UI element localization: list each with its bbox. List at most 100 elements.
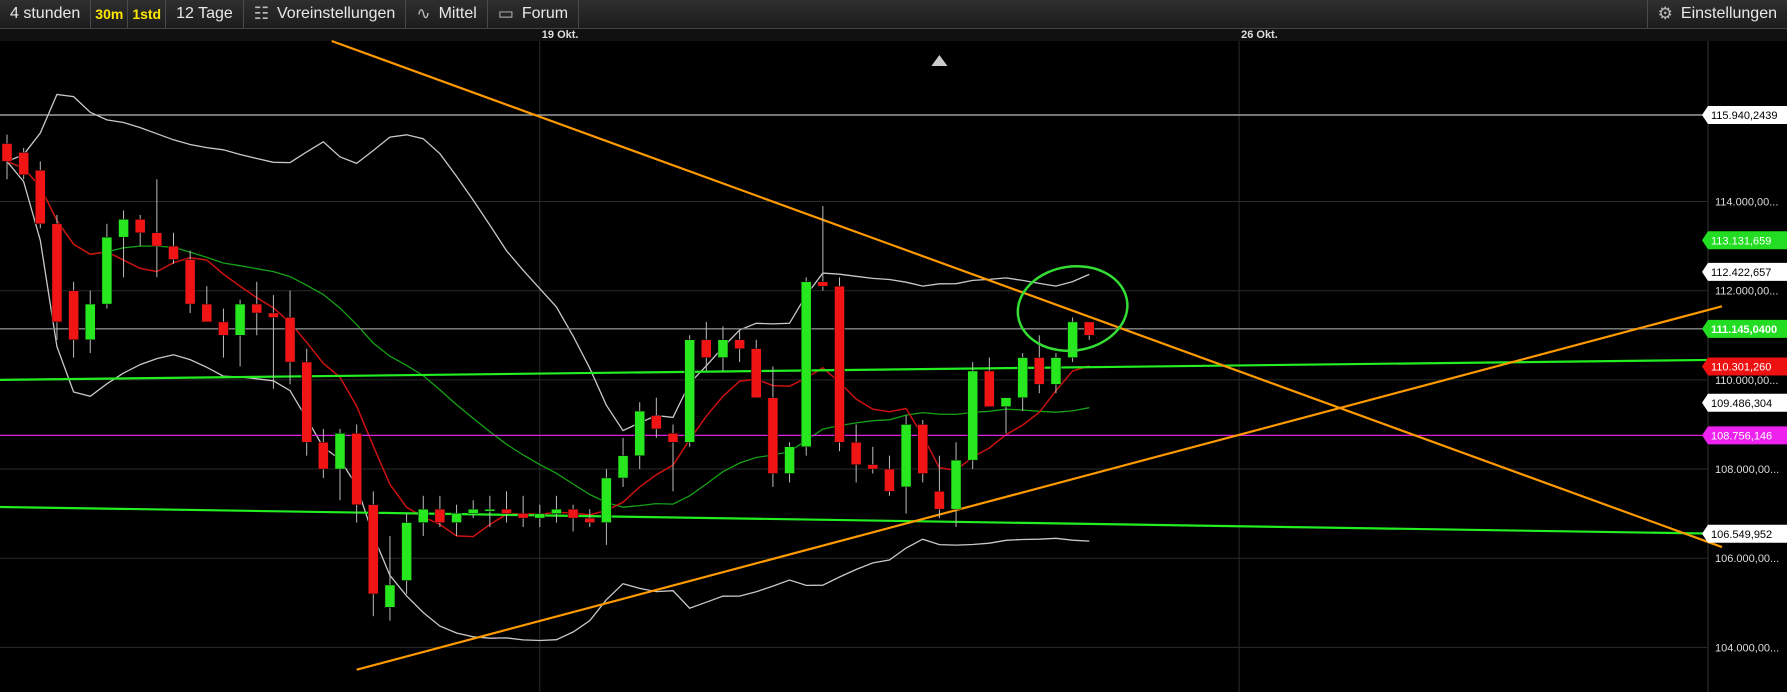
candle-body [85,303,96,340]
candle-body [18,152,29,176]
candle [684,335,695,447]
candle [268,295,279,389]
candle-body [134,219,146,233]
candle-body [484,508,496,512]
candle-body [717,339,729,358]
candle [934,455,945,519]
candle-body [368,504,379,595]
candle-body [751,348,762,398]
price-tag-label: 112.422,657 [1711,267,1771,279]
candle-body [984,370,995,407]
candle [68,281,79,358]
candle-body [884,468,895,492]
price-tag-label: 115.940,2439 [1711,110,1777,122]
timeframe-label: 4 stunden [10,5,81,22]
price-chart[interactable]: 19 Okt. 26 Okt. 114.000,00... 112.000,00...… [0,29,1787,692]
candle [51,214,63,340]
candle-body [651,415,662,430]
candle-body [1000,397,1012,407]
date-header [0,29,1787,41]
candle [401,513,412,594]
candle [917,420,928,483]
candle-body [51,223,63,323]
interval-30m-button[interactable]: 30m [91,0,129,28]
candle [18,148,29,180]
candle [1000,397,1012,434]
candle-body [584,517,595,523]
candle-body [201,303,213,323]
candle [168,232,179,264]
candle-body [334,433,346,470]
candle-body [601,477,612,523]
price-tag-label: 106.549,952 [1711,529,1772,541]
forum-button[interactable]: ▭ Forum [488,0,580,28]
candle-body [850,442,862,465]
trend-line [0,505,1722,535]
candle-body [218,321,229,336]
candle-body [251,303,262,314]
candle [134,214,146,247]
trend-line [0,358,1722,381]
candle-body [950,459,962,510]
presets-button[interactable]: ☷ Voreinstellungen [244,0,407,28]
candle [384,535,396,621]
candle [584,509,595,528]
forum-label: Forum [521,5,569,22]
candle-body [384,584,396,608]
event-marker-icon [931,55,948,66]
candle [351,424,362,523]
price-tag: 110.301,260 [1702,357,1787,376]
interval-1std-button[interactable]: 1std [128,0,167,28]
wave-icon: ∿ [416,4,431,23]
candle-body [917,424,928,474]
price-tag-label: 108.756,146 [1711,430,1772,442]
mean-button[interactable]: ∿ Mittel [406,0,488,28]
candle [118,210,129,278]
candle [501,491,512,523]
date-label: 26 Okt. [1241,29,1278,41]
bollinger-lower-line [6,160,1090,642]
candle-body [767,397,779,474]
gear-icon: ⚙ [1657,4,1673,23]
candle-body [318,442,329,470]
settings-button[interactable]: ⚙ Einstellungen [1646,0,1787,28]
candle [634,402,645,470]
mean-label: Mittel [438,5,477,22]
candle [1,134,13,180]
candle-body [784,446,795,474]
candle [567,504,579,532]
candle-body [351,433,362,505]
candle-body [401,522,412,581]
price-tag: 112.422,657 [1702,262,1787,281]
candle [334,428,346,501]
price-tag-label: 109.486,304 [1711,398,1772,410]
candle [534,504,546,528]
candle [950,442,962,528]
candle [201,286,213,323]
candle-body [35,170,46,225]
y-tick-label: 108.000,00... [1715,464,1779,476]
candle-body [667,433,679,443]
candle [434,495,446,528]
y-tick-label: 106.000,00... [1715,553,1779,565]
candle-body [284,317,296,363]
candle-body [1084,321,1095,336]
candle [617,437,629,487]
y-tick-label: 104.000,00... [1715,642,1779,654]
candle [800,277,812,456]
price-tag: 106.549,952 [1702,524,1787,543]
settings-label: Einstellungen [1680,5,1777,22]
candle-body [451,513,462,523]
chart-toolbar: 4 stunden 30m 1std 12 Tage ☷ Voreinstell… [0,0,1787,29]
candle [1084,321,1095,340]
candle-body [434,508,446,523]
candle [251,281,262,336]
timeframe-selector[interactable]: 4 stunden [0,0,92,28]
price-tag-label: 113.131,659 [1711,235,1771,247]
candle-body [817,281,829,287]
candle-body [184,259,196,305]
candle-body [567,508,579,519]
candle [318,428,329,478]
range-selector[interactable]: 12 Tage [166,0,244,28]
candle-body [534,513,546,519]
